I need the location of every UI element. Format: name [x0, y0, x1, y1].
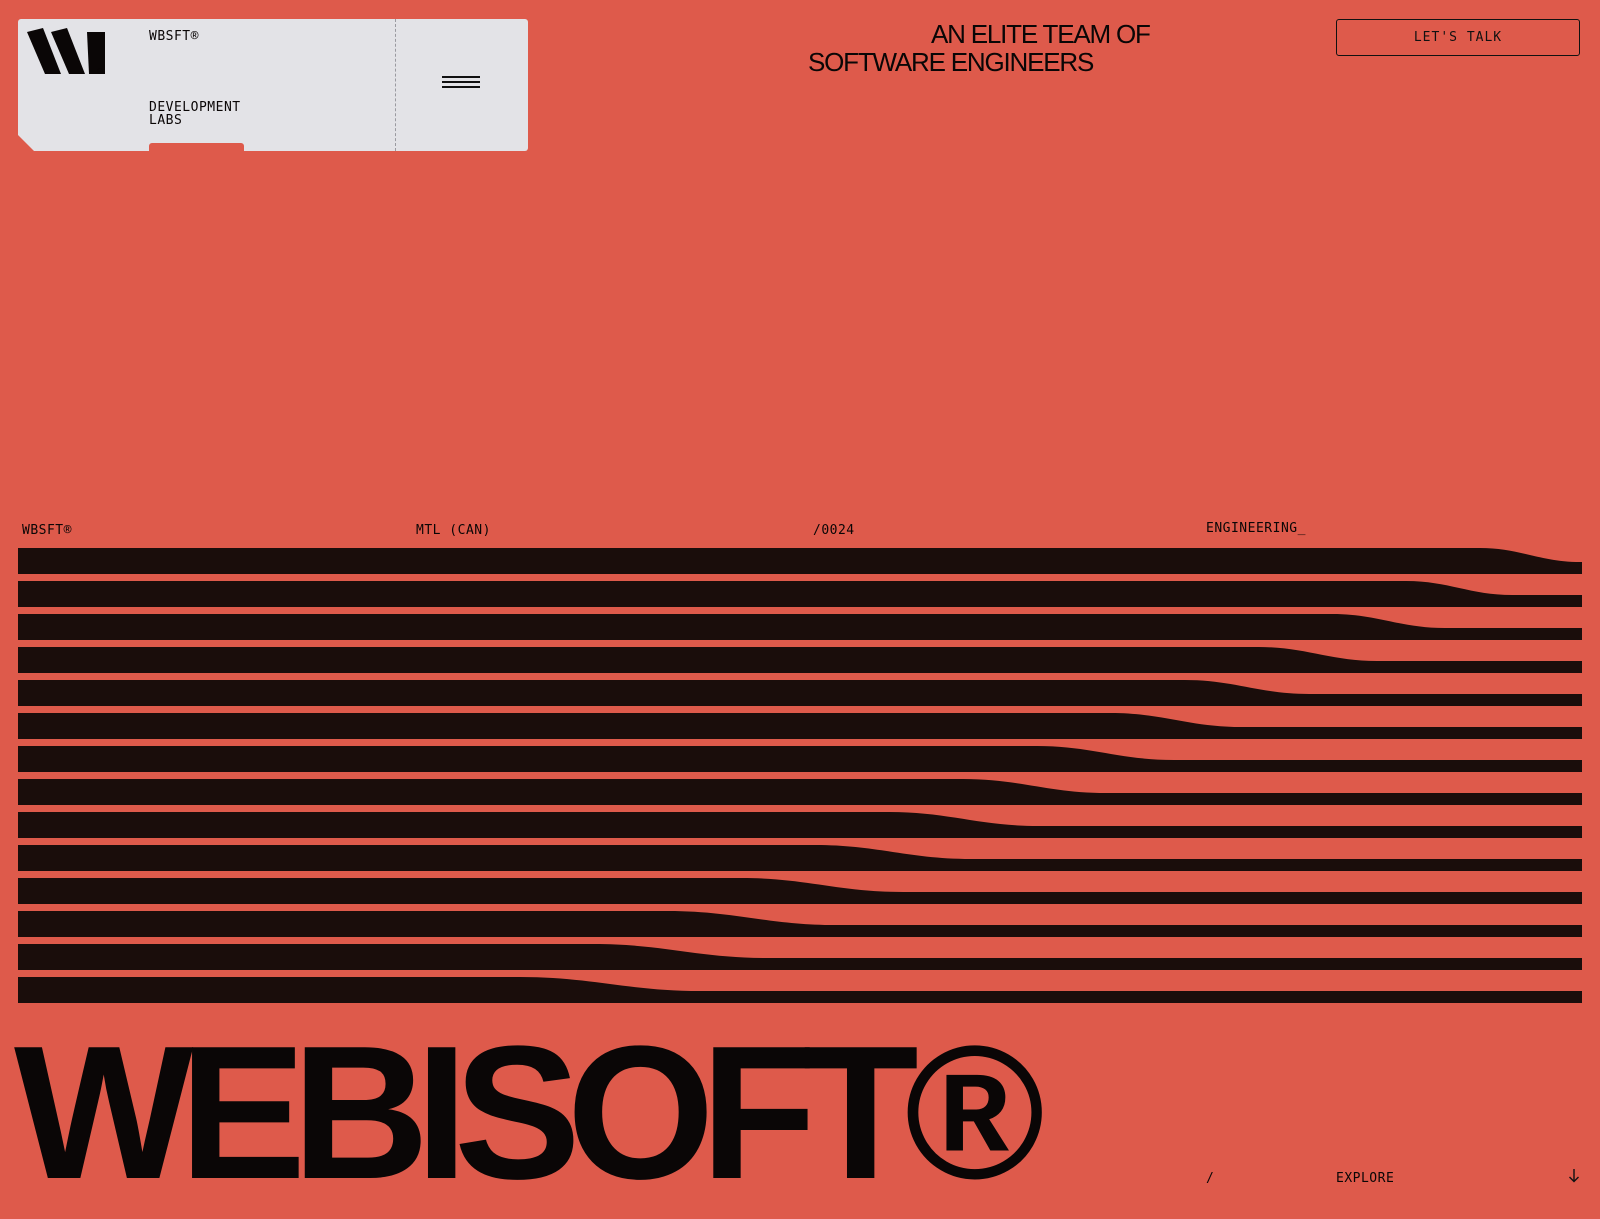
- meta-studio: WBSFT®: [22, 523, 72, 538]
- stripe-2: [18, 581, 1582, 607]
- brand-card: ® WBSFT® DEVELOPMENT LABS: [18, 19, 528, 151]
- explore-link[interactable]: EXPLORE: [1336, 1169, 1580, 1186]
- meta-index: /0024: [813, 523, 855, 538]
- footer-slash: /: [1206, 1171, 1214, 1186]
- webisoft-wordmark: WEBISOFT®: [14, 1007, 1045, 1219]
- stripe-11: [18, 878, 1582, 904]
- arrow-down-icon: [1569, 1169, 1579, 1183]
- meta-discipline: ENGINEERING_: [1206, 521, 1306, 536]
- brand-card-tab: [149, 143, 244, 151]
- hero-tagline: AN ELITE TEAM OF SOFTWARE ENGINEERS: [700, 20, 1160, 76]
- tagline-line-2: SOFTWARE ENGINEERS: [808, 47, 1094, 77]
- explore-label: EXPLORE: [1336, 1171, 1395, 1186]
- stripe-6: [18, 713, 1582, 739]
- menu-button[interactable]: [396, 19, 528, 151]
- stripe-8: [18, 779, 1582, 805]
- stripe-5: [18, 680, 1582, 706]
- stripe-3: [18, 614, 1582, 640]
- stripe-10: [18, 845, 1582, 871]
- logo-registered-mark: ®: [97, 67, 103, 76]
- stripe-12: [18, 911, 1582, 937]
- brand-subtitle: DEVELOPMENT LABS: [149, 100, 241, 128]
- stripe-1: [18, 548, 1582, 574]
- stripe-7: [18, 746, 1582, 772]
- hamburger-menu-icon: [442, 76, 480, 88]
- lets-talk-button[interactable]: LET'S TALK: [1336, 19, 1580, 56]
- meta-location: MTL (CAN): [416, 523, 491, 538]
- stripe-9: [18, 812, 1582, 838]
- stripe-13: [18, 944, 1582, 970]
- stripe-14: [18, 977, 1582, 1003]
- stripe-4: [18, 647, 1582, 673]
- brand-name: WBSFT®: [149, 29, 199, 44]
- tagline-line-1: AN ELITE TEAM OF: [931, 19, 1151, 49]
